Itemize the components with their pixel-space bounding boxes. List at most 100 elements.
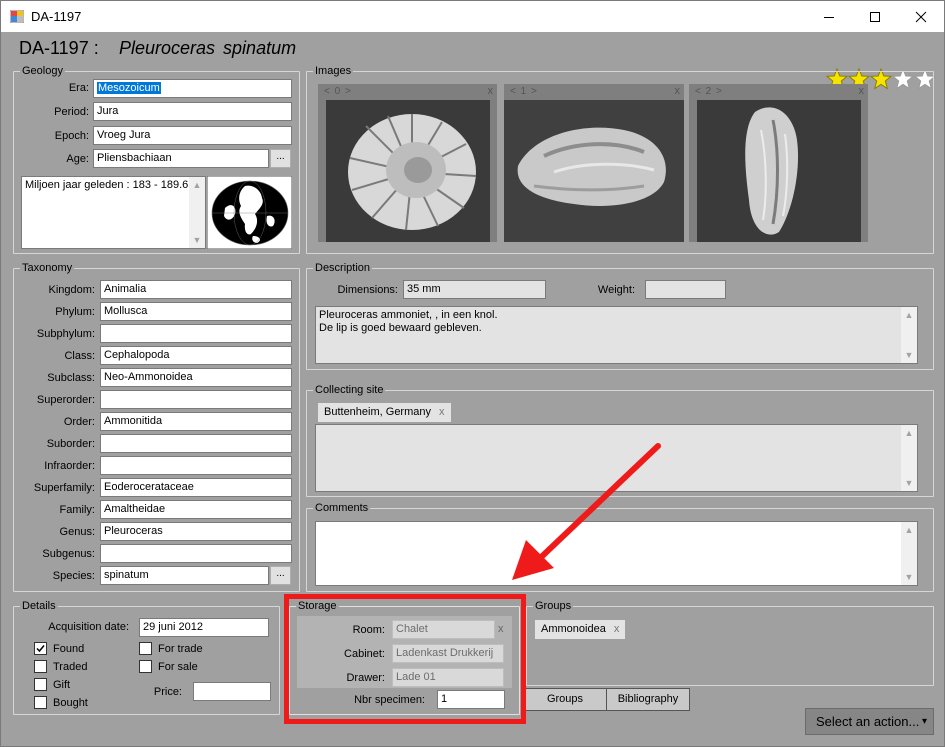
age-browse-button[interactable]: ... — [270, 149, 291, 168]
taxonomy-field[interactable]: Ammonitida — [100, 412, 292, 431]
close-icon — [915, 11, 927, 22]
bought-label: Bought — [53, 697, 88, 709]
weight-field[interactable] — [645, 280, 726, 299]
period-field[interactable]: Jura — [93, 102, 292, 121]
collecting-site-tag[interactable]: Buttenheim, Germany x — [318, 403, 451, 422]
description-scrollbar[interactable]: ▲ ▼ — [901, 307, 917, 363]
bought-checkbox[interactable] — [34, 696, 47, 709]
taxonomy-label: Kingdom: — [48, 284, 95, 296]
collecting-site-legend: Collecting site — [315, 384, 384, 396]
group-tag-label: Ammonoidea — [541, 623, 606, 635]
taxonomy-label: Family: — [59, 504, 95, 516]
taxonomy-field[interactable]: Neo-Ammonoidea — [100, 368, 292, 387]
scroll-down-icon[interactable]: ▼ — [189, 232, 205, 248]
period-label: Period: — [54, 106, 89, 118]
taxonomy-label: Subclass: — [47, 372, 95, 384]
minimize-icon — [824, 16, 834, 18]
comments-scrollbar[interactable]: ▲ ▼ — [901, 522, 917, 585]
scroll-down-icon[interactable]: ▼ — [901, 347, 917, 363]
taxonomy-field[interactable]: spinatum — [100, 566, 269, 585]
age-field[interactable]: Pliensbachiaan — [93, 149, 269, 168]
image-1-nav[interactable]: < 1 > — [510, 86, 538, 97]
scroll-up-icon[interactable]: ▲ — [901, 307, 917, 323]
window-title: DA-1197 — [31, 9, 82, 24]
groups-legend: Groups — [535, 600, 572, 612]
taxonomy-field[interactable]: Pleuroceras — [100, 522, 292, 541]
taxonomy-label: Subphylum: — [36, 328, 95, 340]
annotation-highlight-box — [284, 594, 526, 724]
gift-checkbox[interactable] — [34, 678, 47, 691]
species-browse-button[interactable]: ... — [270, 566, 291, 585]
era-label: Era: — [68, 82, 89, 94]
price-field[interactable] — [193, 682, 271, 701]
image-slot-2[interactable]: < 2 > x — [689, 84, 868, 242]
taxonomy-field[interactable] — [100, 456, 292, 475]
traded-checkbox[interactable] — [34, 660, 47, 673]
remove-tag-icon[interactable]: x — [439, 406, 445, 418]
taxonomy-field[interactable]: Eoderocerataceae — [100, 478, 292, 497]
taxonomy-label: Order: — [63, 416, 95, 428]
rating[interactable] — [826, 34, 936, 90]
taxonomy-field[interactable]: Animalia — [100, 280, 292, 299]
scroll-down-icon[interactable]: ▼ — [901, 569, 917, 585]
groups-tab-button[interactable]: Groups — [523, 688, 607, 711]
group-tag[interactable]: Ammonoidea x — [535, 620, 626, 639]
epoch-field[interactable]: Vroeg Jura — [93, 126, 292, 145]
taxonomy-label: Species: — [52, 570, 95, 582]
for-sale-label: For sale — [158, 661, 198, 673]
epoch-label: Epoch: — [54, 130, 89, 142]
description-text[interactable]: Pleuroceras ammoniet, , in een knol. De … — [315, 306, 918, 364]
title-bar: DA-1197 — [1, 1, 944, 32]
taxonomy-legend: Taxonomy — [22, 262, 73, 274]
taxonomy-field[interactable]: Mollusca — [100, 302, 292, 321]
select-action-dropdown[interactable]: Select an action... ▾ — [805, 708, 934, 735]
taxonomy-field[interactable] — [100, 390, 292, 409]
acquisition-date-label: Acquisition date: — [48, 621, 129, 633]
taxonomy-field[interactable] — [100, 324, 292, 343]
taxonomy-field[interactable]: Cephalopoda — [100, 346, 292, 365]
close-button[interactable] — [898, 1, 944, 32]
found-checkbox[interactable] — [34, 642, 47, 655]
acquisition-date-field[interactable]: 29 juni 2012 — [139, 618, 269, 637]
for-trade-label: For trade — [158, 643, 203, 655]
taxonomy-field[interactable]: Amaltheidae — [100, 500, 292, 519]
image-2-nav[interactable]: < 2 > — [695, 86, 723, 97]
age-label: Age: — [66, 153, 89, 165]
taxonomy-field[interactable] — [100, 544, 292, 563]
for-trade-checkbox[interactable] — [139, 642, 152, 655]
groups-group: Groups — [526, 601, 934, 686]
dimensions-field[interactable]: 35 mm — [403, 280, 546, 299]
details-legend: Details — [22, 600, 56, 612]
select-action-label: Select an action... — [816, 714, 920, 729]
image-slot-1[interactable]: < 1 > x — [504, 84, 684, 242]
taxonomy-field[interactable] — [100, 434, 292, 453]
for-sale-checkbox[interactable] — [139, 660, 152, 673]
scroll-up-icon[interactable]: ▲ — [189, 177, 205, 193]
scroll-down-icon[interactable]: ▼ — [901, 475, 917, 491]
maximize-icon — [870, 11, 880, 22]
image-0-nav[interactable]: < 0 > — [324, 86, 352, 97]
taxonomy-label: Class: — [64, 350, 95, 362]
taxonomy-label: Genus: — [59, 526, 95, 538]
description-line-1: Pleuroceras ammoniet, , in een knol. — [319, 309, 498, 321]
collecting-site-tag-label: Buttenheim, Germany — [324, 406, 431, 418]
maximize-button[interactable] — [852, 1, 898, 32]
minimize-button[interactable] — [806, 1, 852, 32]
taxonomy-label: Phylum: — [55, 306, 95, 318]
found-label: Found — [53, 643, 85, 655]
image-0-close-icon[interactable]: x — [488, 85, 494, 97]
image-slot-0[interactable]: < 0 > x — [318, 84, 497, 242]
geologic-time-text[interactable]: Miljoen jaar geleden : 183 - 189.6 ▲ ▼ — [21, 176, 206, 249]
collecting-site-scrollbar[interactable]: ▲ ▼ — [901, 425, 917, 491]
geologic-time-scrollbar[interactable]: ▲ ▼ — [189, 177, 205, 248]
bibliography-tab-button[interactable]: Bibliography — [606, 688, 690, 711]
era-field[interactable]: Mesozoicum — [93, 79, 292, 98]
app-icon — [10, 10, 24, 23]
scroll-up-icon[interactable]: ▲ — [901, 425, 917, 441]
image-2-close-icon[interactable]: x — [859, 85, 865, 97]
remove-tag-icon[interactable]: x — [614, 623, 620, 635]
scroll-up-icon[interactable]: ▲ — [901, 522, 917, 538]
comments-legend: Comments — [315, 502, 369, 514]
image-1-close-icon[interactable]: x — [675, 85, 681, 97]
checkmark-icon — [36, 645, 45, 653]
